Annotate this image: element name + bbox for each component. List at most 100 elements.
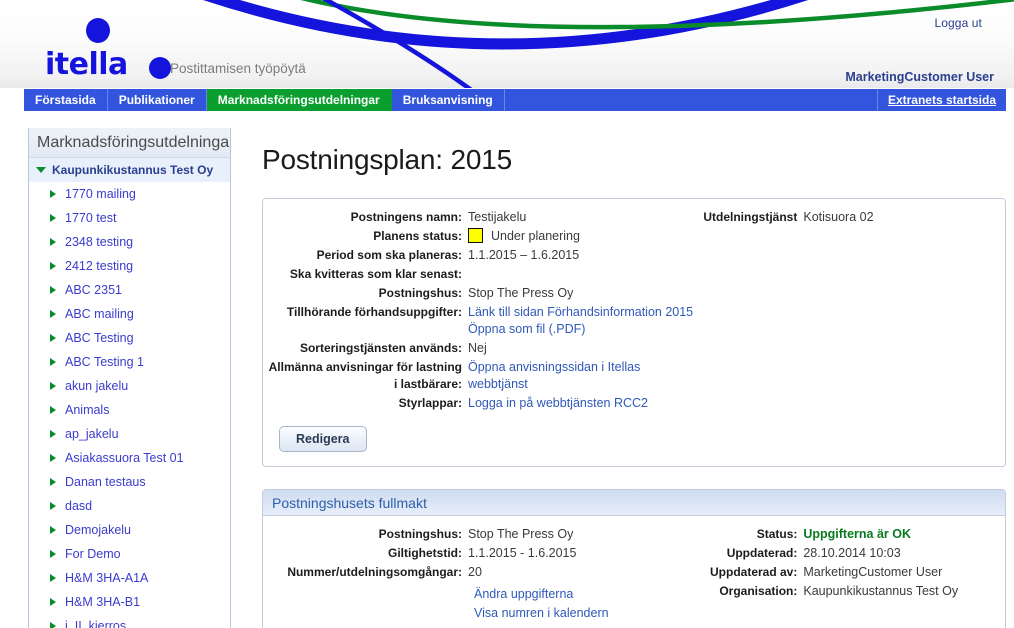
nav-item-bruksanvisning[interactable]: Bruksanvisning [391, 89, 505, 111]
sidebar-item-label: 2412 testing [65, 259, 134, 273]
sidebar-item[interactable]: ABC 2351 [29, 278, 230, 302]
current-user-label: MarketingCustomer User [845, 70, 994, 84]
field-link[interactable]: Öppna anvisningssidan i Itellas webbtjän… [468, 359, 693, 393]
sidebar-item[interactable]: Animals [29, 398, 230, 422]
fullmakt-panel-title: Postningshusets fullmakt [263, 490, 1005, 516]
field-label: Uppdaterad: [726, 546, 798, 560]
sidebar-item[interactable]: ABC Testing [29, 326, 230, 350]
chevron-right-icon[interactable] [50, 382, 56, 390]
chevron-right-icon[interactable] [50, 622, 56, 628]
details-right-column: Utdelningstjänst Kotisuora 02 [693, 209, 1005, 228]
sidebar-item-label: akun jakelu [65, 379, 129, 393]
sidebar-item[interactable]: 1770 test [29, 206, 230, 230]
field-row: Uppdaterad av: MarketingCustomer User [693, 564, 1005, 581]
main-content: Postningsplan: 2015 Postningens namn: Tes… [246, 128, 1014, 628]
details-left-column: Postningens namn: Testijakelu Planens stat… [263, 209, 694, 414]
field-label: Organisation: [719, 584, 798, 598]
chevron-right-icon[interactable] [50, 430, 56, 438]
sidebar-item[interactable]: 2412 testing [29, 254, 230, 278]
field-row: Ska kvitteras som klar senast: [263, 266, 693, 283]
chevron-right-icon[interactable] [50, 454, 56, 462]
chevron-right-icon[interactable] [50, 262, 56, 270]
status-text: Under planering [491, 229, 580, 243]
chevron-right-icon[interactable] [50, 238, 56, 246]
sidebar-item[interactable]: ABC mailing [29, 302, 230, 326]
chevron-right-icon[interactable] [50, 214, 56, 222]
postningshusets-fullmakt-panel: Postningshusets fullmakt Postningshus: St… [262, 489, 1006, 628]
field-value: Nej [468, 341, 487, 355]
sidebar-item-label: ABC mailing [65, 307, 134, 321]
sidebar-tree-root[interactable]: Kaupunkikustannus Test Oy [29, 158, 230, 182]
edit-button[interactable]: Redigera [279, 426, 367, 452]
fullmakt-link[interactable]: Ändra uppgifterna [474, 585, 693, 604]
chevron-right-icon[interactable] [50, 358, 56, 366]
field-row: Postningshus: Stop The Press Oy [263, 285, 693, 302]
page-header: Logga ut itella Postittamisen työpöytä M… [0, 0, 1014, 88]
field-row: Nummer/utdelningsomgångar: 20 [263, 564, 693, 581]
header-tagline: Postittamisen työpöytä [170, 61, 306, 76]
chevron-right-icon[interactable] [50, 406, 56, 414]
field-label: Styrlappar: [398, 396, 462, 410]
nav-item-publikationer[interactable]: Publikationer [107, 89, 207, 111]
logo-wordmark: itella [45, 47, 128, 82]
sidebar-item-label: dasd [65, 499, 93, 513]
sidebar-item[interactable]: dasd [29, 494, 230, 518]
field-label: Postningshus: [378, 527, 462, 541]
field-label: Nummer/utdelningsomgångar: [287, 565, 462, 579]
sidebar-item[interactable]: 1770 mailing [29, 182, 230, 206]
chevron-right-icon[interactable] [50, 526, 56, 534]
sidebar-tree-root-label: Kaupunkikustannus Test Oy [52, 163, 214, 177]
chevron-right-icon[interactable] [50, 190, 56, 198]
nav-item-forstasida[interactable]: Förstasida [24, 89, 108, 111]
chevron-right-icon[interactable] [50, 598, 56, 606]
field-value: Stop The Press Oy [468, 527, 574, 541]
chevron-right-icon[interactable] [50, 574, 56, 582]
field-label: Uppdaterad av: [710, 565, 798, 579]
sidebar-item[interactable]: H&M 3HA-B1 [29, 590, 230, 614]
field-value: Stop The Press Oy [468, 286, 574, 300]
field-label: Allmänna anvisningar för lastning i last… [268, 360, 462, 391]
sidebar-item[interactable]: i_II_kierros [29, 614, 230, 628]
sidebar-item[interactable]: Asiakassuora Test 01 [29, 446, 230, 470]
sidebar-item[interactable]: Demojakelu [29, 518, 230, 542]
field-value: 1.1.2015 – 1.6.2015 [468, 248, 580, 262]
sidebar-item[interactable]: ap_jakelu [29, 422, 230, 446]
fullmakt-link-list: Ändra uppgifterna Visa numren i kalendern [263, 585, 693, 623]
sidebar-item-label: Danan testaus [65, 475, 146, 489]
field-label: Postningens namn: [350, 210, 462, 224]
field-link[interactable]: Länk till sidan Förhandsinformation 2015 [468, 304, 693, 321]
fullmakt-columns: Postningshus: Stop The Press Oy Giltighets… [263, 526, 1005, 623]
chevron-right-icon[interactable] [50, 286, 56, 294]
status-color-swatch-icon [468, 228, 483, 243]
nav-item-marknadsforingsutdelningar[interactable]: Marknadsföringsutdelningar [206, 89, 392, 111]
field-link-secondary[interactable]: Öppna som fil (.PDF) [468, 321, 693, 338]
chevron-down-icon[interactable] [36, 167, 46, 173]
field-row: Status: Uppgifterna är OK [693, 526, 1005, 543]
fullmakt-link[interactable]: Visa numren i kalendern [474, 604, 693, 623]
application-page: Logga ut itella Postittamisen työpöytä M… [0, 0, 1014, 628]
sidebar-item[interactable]: H&M 3HA-A1A [29, 566, 230, 590]
sidebar-item-label: Asiakassuora Test 01 [65, 451, 184, 465]
sidebar-item[interactable]: For Demo [29, 542, 230, 566]
status-value: Under planering [468, 228, 580, 245]
sidebar-item[interactable]: Danan testaus [29, 470, 230, 494]
sidebar-item[interactable]: ABC Testing 1 [29, 350, 230, 374]
chevron-right-icon[interactable] [50, 310, 56, 318]
field-row: Tillhörande förhandsuppgifter: Länk till … [263, 304, 693, 338]
chevron-right-icon[interactable] [50, 502, 56, 510]
field-label: Ska kvitteras som klar senast: [289, 267, 462, 281]
field-label: Planens status: [373, 229, 462, 243]
field-value: 28.10.2014 10:03 [803, 546, 901, 560]
field-link[interactable]: Logga in på webbtjänsten RCC2 [468, 395, 648, 412]
nav-item-extranets-startsida[interactable]: Extranets startsida [876, 89, 1006, 111]
field-value: 1.1.2015 - 1.6.2015 [468, 546, 577, 560]
chevron-right-icon[interactable] [50, 334, 56, 342]
sidebar-item[interactable]: 2348 testing [29, 230, 230, 254]
sidebar-item[interactable]: akun jakelu [29, 374, 230, 398]
chevron-right-icon[interactable] [50, 478, 56, 486]
status-badge: Uppgifterna är OK [803, 527, 912, 541]
field-row: Styrlappar: Logga in på webbtjänsten RCC2 [263, 395, 693, 412]
chevron-right-icon[interactable] [50, 550, 56, 558]
logout-link[interactable]: Logga ut [934, 16, 982, 30]
sidebar-item-label: Animals [65, 403, 110, 417]
